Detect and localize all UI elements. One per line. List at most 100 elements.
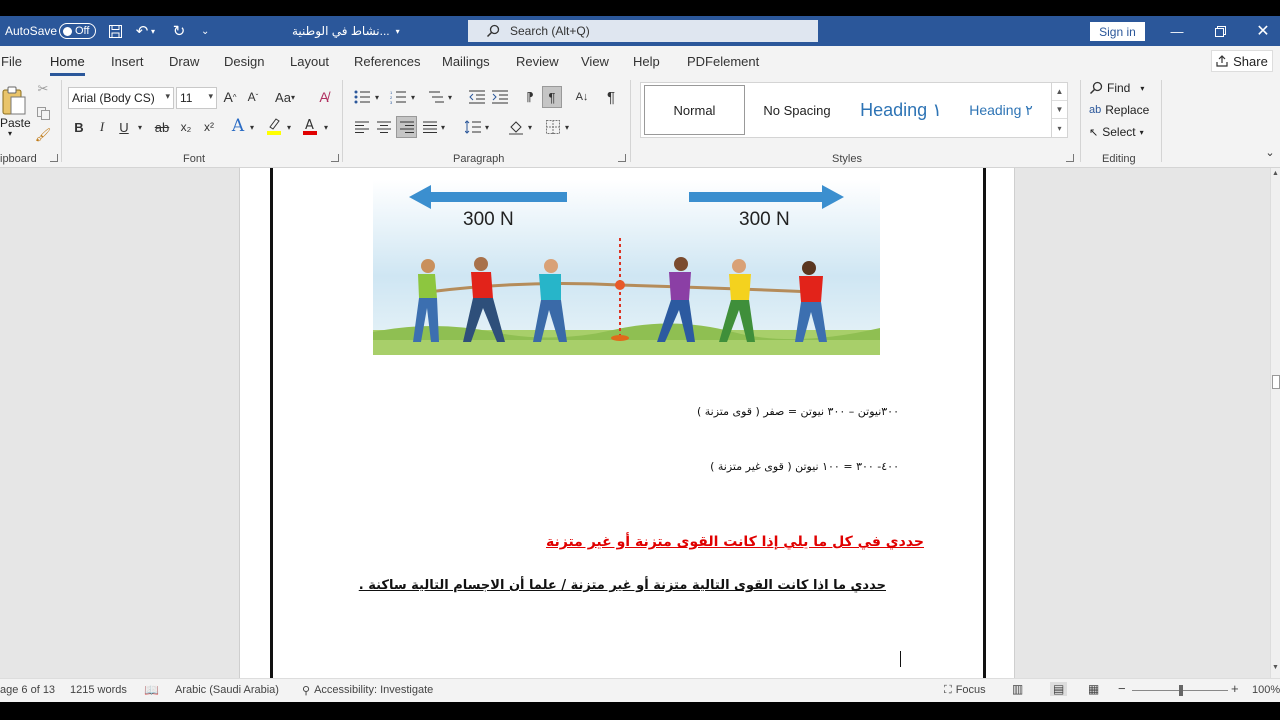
scroll-down-icon[interactable]: ▼: [1271, 664, 1280, 671]
scroll-up-icon[interactable]: ▲: [1271, 170, 1280, 177]
font-color-icon[interactable]: A: [300, 115, 320, 137]
tab-references[interactable]: References: [354, 54, 420, 69]
show-formatting-icon[interactable]: ¶: [602, 87, 620, 107]
chevron-down-icon[interactable]: ▾: [409, 87, 417, 107]
restore-icon[interactable]: [1197, 16, 1243, 46]
chevron-down-icon[interactable]: ▾: [285, 117, 293, 137]
underline-button[interactable]: U: [115, 117, 133, 137]
bold-button[interactable]: B: [70, 117, 88, 137]
collapse-ribbon-icon[interactable]: ⌄: [1262, 144, 1278, 160]
styles-launcher-icon[interactable]: [1066, 154, 1074, 162]
close-icon[interactable]: ✕: [1240, 16, 1280, 46]
sort-icon[interactable]: A↓: [572, 87, 592, 107]
tab-design[interactable]: Design: [224, 54, 264, 69]
format-painter-icon[interactable]: 🖌: [34, 126, 52, 144]
chevron-down-icon[interactable]: ▾: [373, 87, 381, 107]
change-case-button[interactable]: Aa ▾: [271, 87, 299, 107]
align-left-icon[interactable]: [352, 117, 372, 137]
style-heading-2[interactable]: Heading ٢: [953, 85, 1049, 135]
paragraph-launcher-icon[interactable]: [618, 154, 626, 162]
chevron-down-icon[interactable]: ▾: [439, 117, 447, 137]
chevron-down-icon[interactable]: ▾: [563, 117, 571, 137]
rtl-direction-icon[interactable]: ¶: [542, 86, 562, 108]
proofing-icon[interactable]: 📖: [144, 683, 159, 697]
web-layout-icon[interactable]: ▦: [1088, 682, 1099, 696]
autosave-toggle[interactable]: Off: [59, 23, 97, 39]
styles-more-icon[interactable]: ▾: [1052, 119, 1067, 137]
styles-up-icon[interactable]: ▲: [1052, 83, 1067, 101]
find-button[interactable]: Find ▾: [1089, 81, 1144, 95]
chevron-down-icon[interactable]: ▾: [526, 117, 534, 137]
tab-layout[interactable]: Layout: [290, 54, 329, 69]
save-icon[interactable]: [104, 20, 126, 42]
underline-dropdown-icon[interactable]: ▾: [135, 117, 145, 137]
subscript-button[interactable]: x₂: [177, 117, 195, 137]
justify-icon[interactable]: [420, 117, 440, 137]
tab-mailings[interactable]: Mailings: [442, 54, 490, 69]
chevron-down-icon[interactable]: ▾: [446, 87, 454, 107]
share-button[interactable]: Share: [1211, 50, 1273, 72]
increase-indent-icon[interactable]: [490, 87, 510, 107]
grow-font-icon[interactable]: A ^: [221, 87, 239, 107]
chevron-down-icon[interactable]: ▾: [322, 117, 330, 137]
zoom-out-icon[interactable]: −: [1118, 681, 1126, 696]
font-launcher-icon[interactable]: [331, 154, 339, 162]
numbering-icon[interactable]: 123: [388, 87, 408, 107]
word-count[interactable]: 1215 words: [70, 684, 127, 696]
font-family-select[interactable]: Arial (Body CS) ▾: [68, 87, 174, 109]
replace-button[interactable]: ab Replace: [1089, 103, 1149, 117]
vertical-scrollbar[interactable]: ▲ ▼: [1270, 168, 1280, 678]
undo-dropdown-icon[interactable]: ▾: [151, 16, 155, 46]
zoom-level[interactable]: 100%: [1252, 684, 1280, 696]
multilevel-list-icon[interactable]: [426, 87, 446, 107]
decrease-indent-icon[interactable]: [467, 87, 487, 107]
tug-of-war-figure[interactable]: 300 N 300 N: [373, 180, 880, 355]
font-size-select[interactable]: 11 ▾: [176, 87, 217, 109]
italic-button[interactable]: I: [93, 117, 111, 137]
ltr-direction-icon[interactable]: ⁋: [521, 87, 539, 107]
text-effects-icon[interactable]: A: [228, 115, 248, 137]
superscript-button[interactable]: x²: [200, 117, 218, 137]
tab-file[interactable]: File: [1, 54, 22, 69]
search-box[interactable]: Search (Alt+Q): [468, 20, 818, 42]
minimize-icon[interactable]: —: [1154, 16, 1200, 46]
print-layout-icon[interactable]: ▤: [1050, 682, 1068, 696]
scroll-thumb[interactable]: [1272, 375, 1280, 389]
chevron-down-icon[interactable]: ▾: [483, 117, 491, 137]
style-no-spacing[interactable]: No Spacing: [747, 85, 847, 135]
sign-in-button[interactable]: Sign in: [1090, 22, 1145, 41]
paste-icon[interactable]: [0, 82, 28, 118]
shading-icon[interactable]: [506, 117, 526, 137]
strikethrough-button[interactable]: ab: [151, 117, 173, 137]
redo-icon[interactable]: ↻: [168, 20, 190, 42]
tab-home[interactable]: Home: [50, 54, 85, 76]
styles-down-icon[interactable]: ▼: [1052, 101, 1067, 119]
clipboard-launcher-icon[interactable]: [50, 154, 58, 162]
tab-insert[interactable]: Insert: [111, 54, 144, 69]
accessibility-button[interactable]: ⚲ Accessibility: Investigate: [302, 684, 433, 697]
zoom-slider-thumb[interactable]: [1179, 685, 1183, 696]
select-button[interactable]: ↖ Select ▾: [1089, 125, 1144, 139]
align-right-icon[interactable]: [396, 116, 417, 138]
document-title[interactable]: نشاط في الوطنية... ▾: [292, 16, 400, 46]
undo-icon[interactable]: ↶: [131, 20, 153, 42]
shrink-font-icon[interactable]: Aˇ: [244, 87, 262, 107]
tab-pdfelement[interactable]: PDFelement: [687, 54, 759, 69]
tab-help[interactable]: Help: [633, 54, 660, 69]
bullets-icon[interactable]: [352, 87, 372, 107]
paste-dropdown-icon[interactable]: ▾: [8, 129, 12, 138]
tab-view[interactable]: View: [581, 54, 609, 69]
style-normal[interactable]: Normal: [644, 85, 745, 135]
page[interactable]: 300 N 300 N ٣٠٠نيوتن – ٣٠٠ نيوتن = صفر (…: [239, 168, 1015, 678]
customize-qat-icon[interactable]: ⌄: [201, 16, 209, 46]
read-mode-icon[interactable]: ▥: [1012, 682, 1023, 696]
cut-icon[interactable]: ✂: [34, 80, 52, 98]
line-spacing-icon[interactable]: [463, 117, 483, 137]
clear-formatting-icon[interactable]: A̸: [314, 87, 334, 107]
highlight-icon[interactable]: [264, 115, 284, 137]
focus-button[interactable]: ⛶ Focus: [944, 684, 986, 697]
copy-icon[interactable]: [34, 104, 52, 122]
language-indicator[interactable]: Arabic (Saudi Arabia): [175, 684, 279, 696]
borders-icon[interactable]: [543, 117, 563, 137]
paste-label[interactable]: Paste: [0, 116, 31, 130]
